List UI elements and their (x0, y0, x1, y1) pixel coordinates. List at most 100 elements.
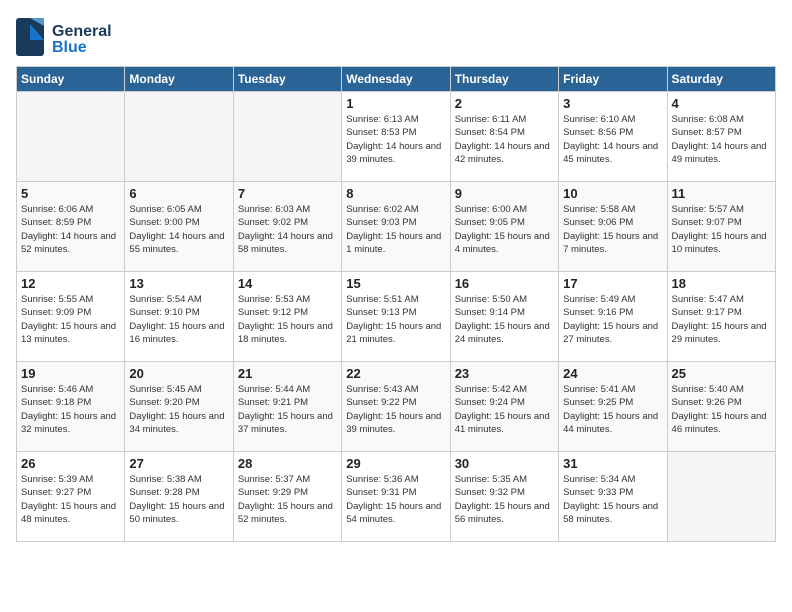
calendar-cell: 27 Sunrise: 5:38 AMSunset: 9:28 PMDayligh… (125, 452, 233, 542)
day-number: 28 (238, 456, 337, 471)
cell-info: Sunrise: 6:00 AMSunset: 9:05 PMDaylight:… (455, 203, 554, 256)
week-row-2: 5 Sunrise: 6:06 AMSunset: 8:59 PMDaylight… (17, 182, 776, 272)
cell-info: Sunrise: 5:38 AMSunset: 9:28 PMDaylight:… (129, 473, 228, 526)
weekday-header-friday: Friday (559, 67, 667, 92)
calendar-cell: 21 Sunrise: 5:44 AMSunset: 9:21 PMDayligh… (233, 362, 341, 452)
cell-info: Sunrise: 6:06 AMSunset: 8:59 PMDaylight:… (21, 203, 120, 256)
cell-info: Sunrise: 5:47 AMSunset: 9:17 PMDaylight:… (672, 293, 771, 346)
day-number: 23 (455, 366, 554, 381)
cell-info: Sunrise: 5:40 AMSunset: 9:26 PMDaylight:… (672, 383, 771, 436)
logo-svg: General Blue (16, 16, 136, 58)
calendar-cell: 16 Sunrise: 5:50 AMSunset: 9:14 PMDayligh… (450, 272, 558, 362)
day-number: 15 (346, 276, 445, 291)
day-number: 26 (21, 456, 120, 471)
cell-info: Sunrise: 5:45 AMSunset: 9:20 PMDaylight:… (129, 383, 228, 436)
day-number: 4 (672, 96, 771, 111)
weekday-header-row: SundayMondayTuesdayWednesdayThursdayFrid… (17, 67, 776, 92)
calendar-cell: 3 Sunrise: 6:10 AMSunset: 8:56 PMDaylight… (559, 92, 667, 182)
day-number: 11 (672, 186, 771, 201)
calendar-cell: 7 Sunrise: 6:03 AMSunset: 9:02 PMDaylight… (233, 182, 341, 272)
cell-info: Sunrise: 5:57 AMSunset: 9:07 PMDaylight:… (672, 203, 771, 256)
cell-info: Sunrise: 5:58 AMSunset: 9:06 PMDaylight:… (563, 203, 662, 256)
week-row-4: 19 Sunrise: 5:46 AMSunset: 9:18 PMDayligh… (17, 362, 776, 452)
cell-info: Sunrise: 6:08 AMSunset: 8:57 PMDaylight:… (672, 113, 771, 166)
day-number: 30 (455, 456, 554, 471)
calendar-cell: 10 Sunrise: 5:58 AMSunset: 9:06 PMDayligh… (559, 182, 667, 272)
calendar-cell: 28Sunrise: 5:37 AMSunset: 9:29 PMDayligh… (233, 452, 341, 542)
day-number: 19 (21, 366, 120, 381)
calendar-cell: 4 Sunrise: 6:08 AMSunset: 8:57 PMDaylight… (667, 92, 775, 182)
day-number: 7 (238, 186, 337, 201)
calendar-cell: 25Sunrise: 5:40 AMSunset: 9:26 PMDayligh… (667, 362, 775, 452)
calendar-cell: 18 Sunrise: 5:47 AMSunset: 9:17 PMDayligh… (667, 272, 775, 362)
day-number: 27 (129, 456, 228, 471)
calendar-cell (233, 92, 341, 182)
day-number: 22 (346, 366, 445, 381)
calendar-cell: 5 Sunrise: 6:06 AMSunset: 8:59 PMDaylight… (17, 182, 125, 272)
calendar-cell: 8 Sunrise: 6:02 AMSunset: 9:03 PMDaylight… (342, 182, 450, 272)
calendar-cell: 2Sunrise: 6:11 AMSunset: 8:54 PMDaylight… (450, 92, 558, 182)
calendar-cell: 30 Sunrise: 5:35 AMSunset: 9:32 PMDayligh… (450, 452, 558, 542)
page-header: General Blue (16, 16, 776, 58)
calendar-cell: 22 Sunrise: 5:43 AMSunset: 9:22 PMDayligh… (342, 362, 450, 452)
day-number: 31 (563, 456, 662, 471)
week-row-1: 1 Sunrise: 6:13 AMSunset: 8:53 PMDaylight… (17, 92, 776, 182)
svg-text:Blue: Blue (52, 39, 87, 56)
calendar-cell: 13Sunrise: 5:54 AMSunset: 9:10 PMDayligh… (125, 272, 233, 362)
cell-info: Sunrise: 5:41 AMSunset: 9:25 PMDaylight:… (563, 383, 662, 436)
day-number: 9 (455, 186, 554, 201)
calendar-cell: 26 Sunrise: 5:39 AMSunset: 9:27 PMDayligh… (17, 452, 125, 542)
cell-info: Sunrise: 6:02 AMSunset: 9:03 PMDaylight:… (346, 203, 445, 256)
day-number: 29 (346, 456, 445, 471)
calendar-cell: 14 Sunrise: 5:53 AMSunset: 9:12 PMDayligh… (233, 272, 341, 362)
weekday-header-saturday: Saturday (667, 67, 775, 92)
calendar-cell: 6Sunrise: 6:05 AMSunset: 9:00 PMDaylight… (125, 182, 233, 272)
cell-info: Sunrise: 5:51 AMSunset: 9:13 PMDaylight:… (346, 293, 445, 346)
calendar-cell: 20 Sunrise: 5:45 AMSunset: 9:20 PMDayligh… (125, 362, 233, 452)
day-number: 1 (346, 96, 445, 111)
day-number: 21 (238, 366, 337, 381)
day-number: 24 (563, 366, 662, 381)
cell-info: Sunrise: 6:13 AMSunset: 8:53 PMDaylight:… (346, 113, 445, 166)
day-number: 10 (563, 186, 662, 201)
cell-info: Sunrise: 5:39 AMSunset: 9:27 PMDaylight:… (21, 473, 120, 526)
cell-info: Sunrise: 6:11 AMSunset: 8:54 PMDaylight:… (455, 113, 554, 166)
day-number: 6 (129, 186, 228, 201)
calendar-cell: 1 Sunrise: 6:13 AMSunset: 8:53 PMDaylight… (342, 92, 450, 182)
cell-info: Sunrise: 6:10 AMSunset: 8:56 PMDaylight:… (563, 113, 662, 166)
cell-info: Sunrise: 5:43 AMSunset: 9:22 PMDaylight:… (346, 383, 445, 436)
day-number: 8 (346, 186, 445, 201)
cell-info: Sunrise: 5:53 AMSunset: 9:12 PMDaylight:… (238, 293, 337, 346)
calendar-cell: 31Sunrise: 5:34 AMSunset: 9:33 PMDayligh… (559, 452, 667, 542)
weekday-header-tuesday: Tuesday (233, 67, 341, 92)
day-number: 3 (563, 96, 662, 111)
calendar-cell: 23 Sunrise: 5:42 AMSunset: 9:24 PMDayligh… (450, 362, 558, 452)
calendar-cell: 17Sunrise: 5:49 AMSunset: 9:16 PMDayligh… (559, 272, 667, 362)
calendar-cell: 29Sunrise: 5:36 AMSunset: 9:31 PMDayligh… (342, 452, 450, 542)
calendar-cell: 11 Sunrise: 5:57 AMSunset: 9:07 PMDayligh… (667, 182, 775, 272)
week-row-5: 26 Sunrise: 5:39 AMSunset: 9:27 PMDayligh… (17, 452, 776, 542)
calendar-cell: 12Sunrise: 5:55 AMSunset: 9:09 PMDayligh… (17, 272, 125, 362)
day-number: 18 (672, 276, 771, 291)
cell-info: Sunrise: 5:35 AMSunset: 9:32 PMDaylight:… (455, 473, 554, 526)
day-number: 16 (455, 276, 554, 291)
day-number: 20 (129, 366, 228, 381)
weekday-header-monday: Monday (125, 67, 233, 92)
calendar-cell: 15 Sunrise: 5:51 AMSunset: 9:13 PMDayligh… (342, 272, 450, 362)
calendar-cell (17, 92, 125, 182)
calendar-cell: 24 Sunrise: 5:41 AMSunset: 9:25 PMDayligh… (559, 362, 667, 452)
cell-info: Sunrise: 5:50 AMSunset: 9:14 PMDaylight:… (455, 293, 554, 346)
cell-info: Sunrise: 5:54 AMSunset: 9:10 PMDaylight:… (129, 293, 228, 346)
day-number: 14 (238, 276, 337, 291)
cell-info: Sunrise: 5:44 AMSunset: 9:21 PMDaylight:… (238, 383, 337, 436)
cell-info: Sunrise: 5:42 AMSunset: 9:24 PMDaylight:… (455, 383, 554, 436)
calendar-cell (125, 92, 233, 182)
day-number: 5 (21, 186, 120, 201)
cell-info: Sunrise: 5:46 AMSunset: 9:18 PMDaylight:… (21, 383, 120, 436)
week-row-3: 12Sunrise: 5:55 AMSunset: 9:09 PMDayligh… (17, 272, 776, 362)
cell-info: Sunrise: 6:03 AMSunset: 9:02 PMDaylight:… (238, 203, 337, 256)
calendar-cell (667, 452, 775, 542)
weekday-header-thursday: Thursday (450, 67, 558, 92)
cell-info: Sunrise: 5:49 AMSunset: 9:16 PMDaylight:… (563, 293, 662, 346)
weekday-header-sunday: Sunday (17, 67, 125, 92)
